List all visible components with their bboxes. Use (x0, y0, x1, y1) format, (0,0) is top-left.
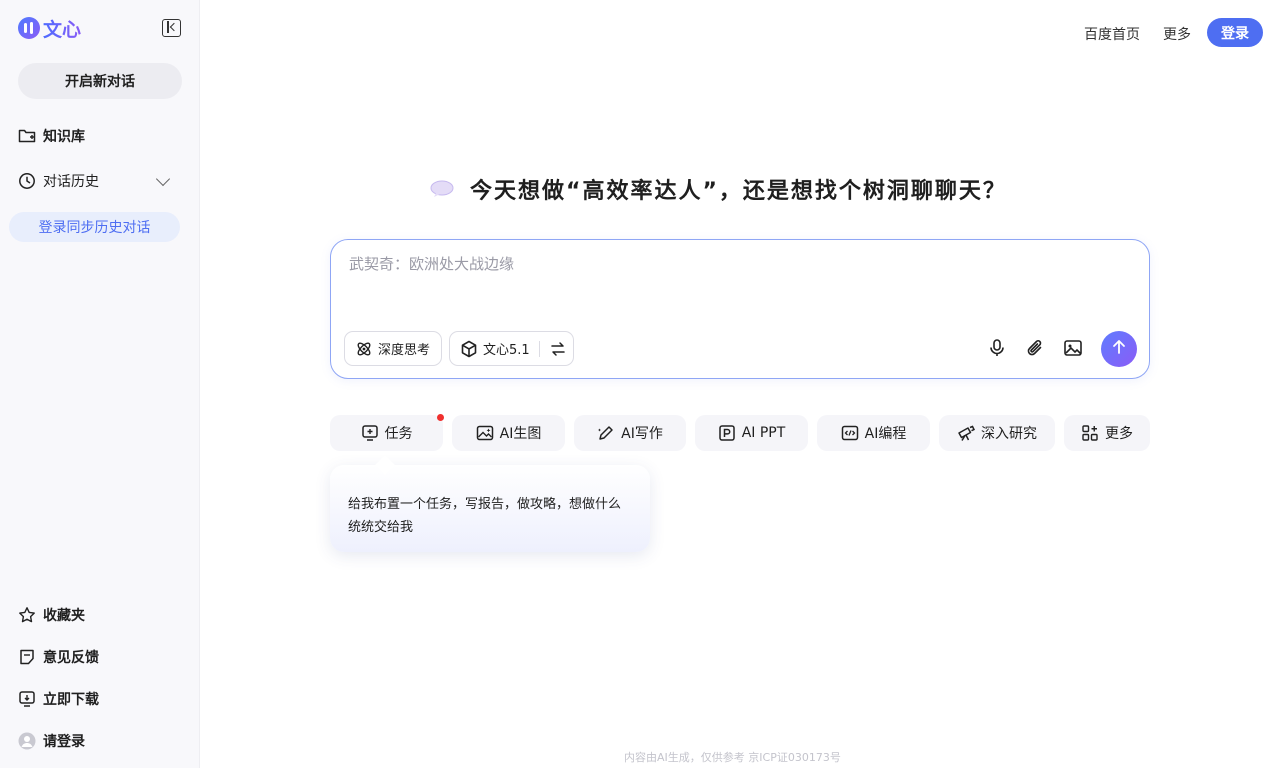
quick-action-label: AI写作 (621, 426, 663, 442)
quick-action-task[interactable]: 任务 (330, 415, 443, 451)
avatar-icon (18, 732, 36, 750)
image-upload-icon[interactable] (1063, 338, 1083, 358)
telescope-icon (957, 424, 975, 442)
apps-icon (1081, 424, 1099, 442)
sidebar-item-download[interactable]: 立即下载 (18, 687, 99, 711)
footer-disclaimer: 内容由AI生成，仅供参考 京ICP证030173号 (624, 751, 841, 764)
divider (538, 340, 540, 357)
sidebar-item-label: 对话历史 (43, 174, 99, 190)
collapse-sidebar-icon[interactable] (162, 19, 181, 37)
sidebar-item-knowledge-base[interactable]: 知识库 (18, 124, 85, 148)
send-button[interactable] (1101, 331, 1137, 367)
quick-action-label: AI PPT (741, 425, 786, 441)
quick-action-label: 深入研究 (981, 426, 1037, 442)
star-icon (18, 606, 36, 624)
quick-action-label: 任务 (384, 426, 413, 442)
microphone-icon[interactable] (987, 338, 1007, 358)
sidebar-item-label: 收藏夹 (43, 608, 85, 624)
new-chat-button[interactable]: 开启新对话 (18, 63, 182, 99)
sidebar-item-feedback[interactable]: 意见反馈 (18, 645, 99, 669)
model-label: 文心5.1 (483, 343, 530, 358)
quick-action-ai-coding[interactable]: AI编程 (817, 415, 930, 451)
chat-input-box: 深度思考 文心5.1 (330, 239, 1150, 379)
notification-dot (437, 414, 444, 421)
sidebar-item-label: 请登录 (43, 734, 85, 750)
sidebar-item-label: 知识库 (43, 129, 85, 145)
quick-action-ai-image[interactable]: AI生图 (452, 415, 565, 451)
headline: 今天想做“高效率达人”，还是想找个树洞聊聊天？ (430, 174, 1007, 204)
deep-think-label: 深度思考 (378, 343, 431, 358)
page-title: 今天想做“高效率达人”，还是想找个树洞聊聊天？ (470, 179, 1007, 204)
model-selector[interactable]: 文心5.1 (449, 331, 574, 366)
chevron-down-icon[interactable] (155, 171, 171, 187)
feedback-icon (18, 648, 36, 666)
sidebar-item-history[interactable]: 对话历史 (18, 169, 99, 193)
tooltip-text: 给我布置一个任务，写报告，做攻略，想做什么统统交给我 (348, 497, 622, 535)
quick-action-more[interactable]: 更多 (1064, 415, 1150, 451)
task-icon (361, 424, 379, 442)
sidebar-item-login[interactable]: 请登录 (18, 729, 85, 753)
login-button[interactable]: 登录 (1207, 18, 1263, 47)
sync-history-button[interactable]: 登录同步历史对话 (9, 212, 180, 242)
more-link[interactable]: 更多 (1163, 24, 1191, 44)
folder-icon (18, 127, 36, 145)
swap-icon[interactable] (549, 340, 567, 358)
code-icon (841, 424, 859, 442)
quick-action-ai-ppt[interactable]: AI PPT (695, 415, 808, 451)
sidebar-item-label: 立即下载 (43, 692, 99, 708)
wenxin-logo-icon (18, 17, 40, 39)
clock-icon (18, 172, 36, 190)
download-icon (18, 690, 36, 708)
logo-text: 文心 (43, 15, 81, 42)
logo[interactable]: 文心 (18, 15, 81, 42)
quick-action-ai-writing[interactable]: AI写作 (574, 415, 686, 451)
cube-icon (460, 340, 478, 358)
baidu-home-link[interactable]: 百度首页 (1084, 24, 1140, 44)
quick-action-label: AI编程 (864, 426, 907, 442)
quick-action-label: 更多 (1105, 426, 1133, 442)
sidebar-item-favorites[interactable]: 收藏夹 (18, 603, 85, 627)
sidebar: 文心 开启新对话 知识库 对话历史 登录同步历史对话 收藏夹 意见反馈 立即下载… (0, 0, 200, 768)
ppt-icon (718, 424, 736, 442)
chat-input[interactable] (349, 252, 1109, 276)
quick-action-deep-research[interactable]: 深入研究 (939, 415, 1055, 451)
attachment-icon[interactable] (1025, 338, 1045, 358)
speech-bubble-icon (430, 180, 454, 198)
arrow-up-icon (1111, 339, 1127, 359)
task-tooltip: 给我布置一个任务，写报告，做攻略，想做什么统统交给我 (330, 465, 650, 552)
sidebar-item-label: 意见反馈 (43, 650, 99, 666)
deep-think-toggle[interactable]: 深度思考 (344, 331, 442, 366)
quick-action-label: AI生图 (499, 426, 542, 442)
pen-icon (597, 424, 615, 442)
image-gen-icon (476, 424, 494, 442)
app-root: 文心 开启新对话 知识库 对话历史 登录同步历史对话 收藏夹 意见反馈 立即下载… (0, 0, 1280, 768)
atom-icon (355, 340, 373, 358)
